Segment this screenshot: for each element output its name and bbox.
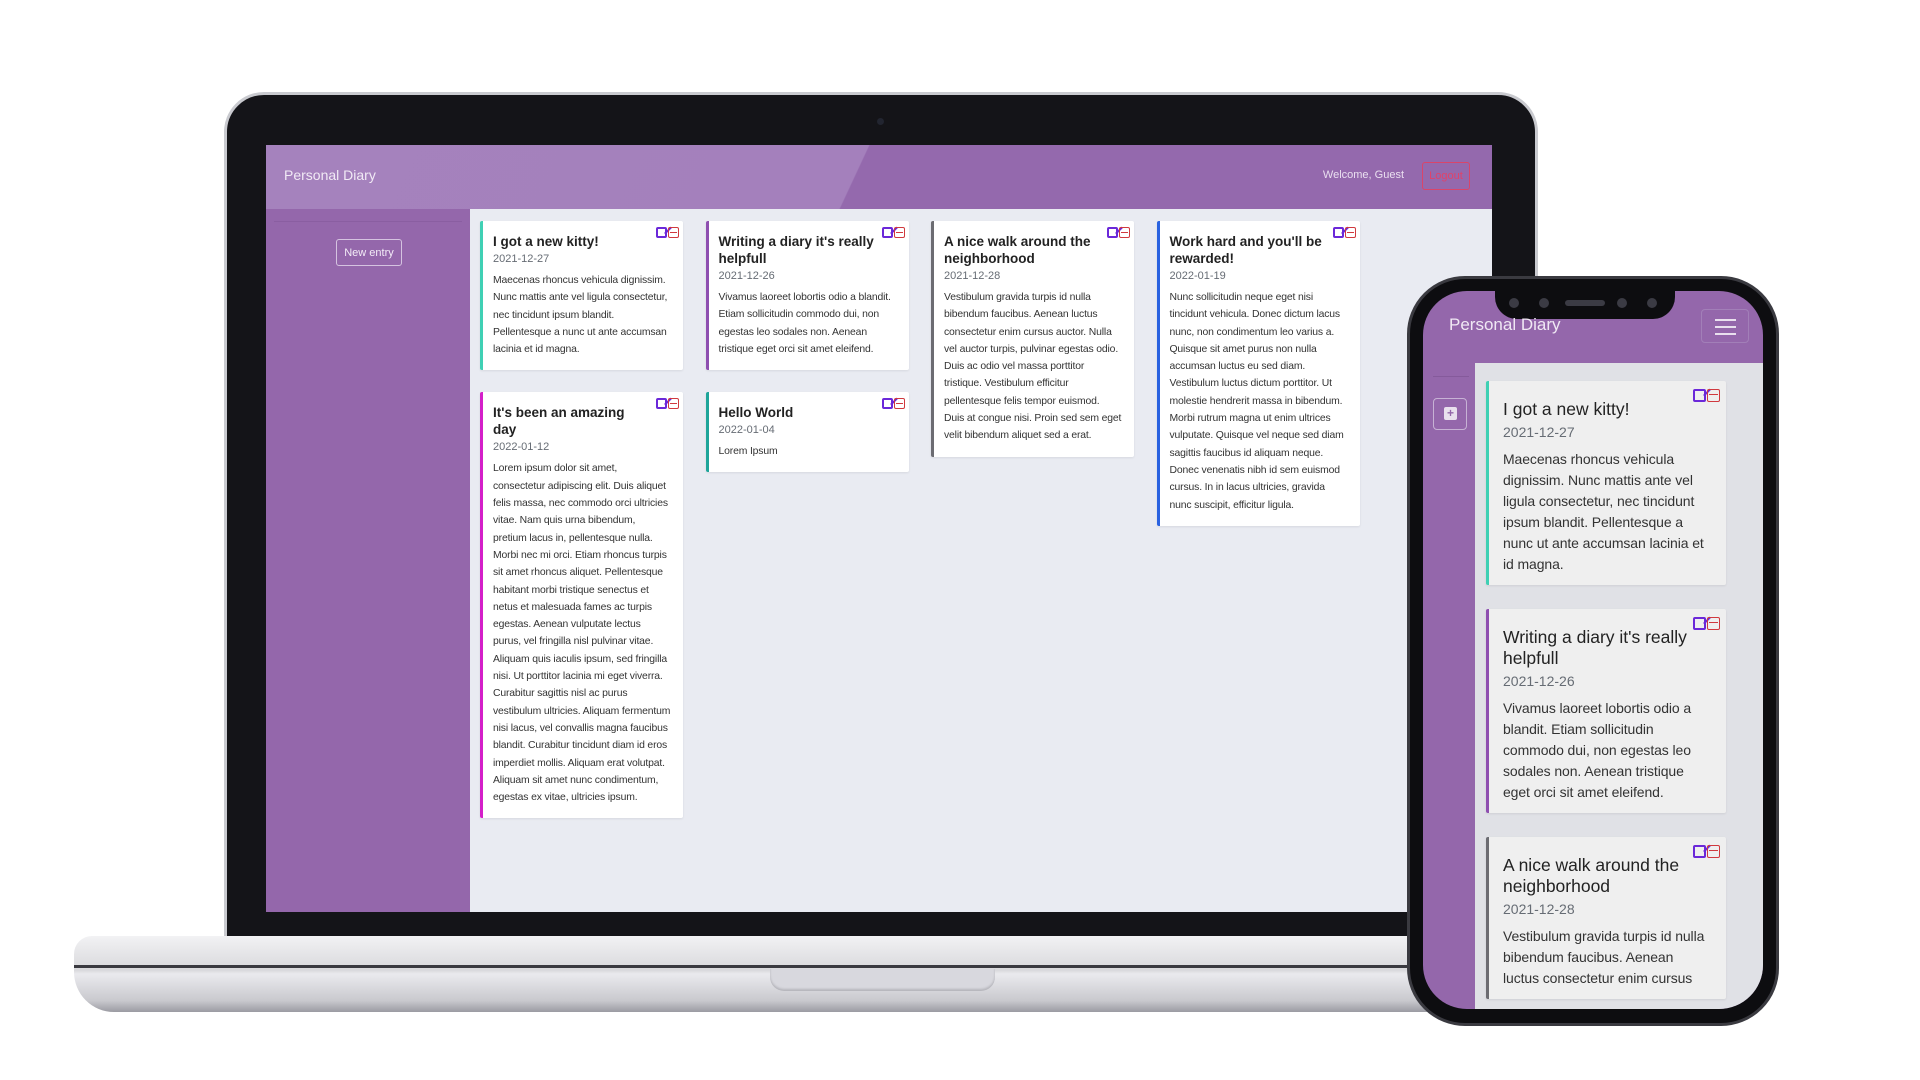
entry-card[interactable]: Writing a diary it's really helpfull 2021… (1486, 609, 1726, 813)
delete-icon[interactable] (893, 398, 905, 410)
entry-card[interactable]: It's been an amazing day 2022-01-12 Lorem … (480, 392, 683, 819)
entry-card[interactable]: I got a new kitty! 2021-12-27 Maecenas rho… (480, 221, 683, 371)
entry-title: Work hard and you'll be rewarded! (1169, 234, 1322, 266)
edit-icon[interactable] (881, 398, 893, 410)
delete-icon[interactable] (1707, 617, 1720, 630)
entry-title: Hello World (718, 405, 794, 421)
new-entry-button[interactable]: New entry (336, 239, 402, 266)
desktop-app: Personal Diary Welcome, Guest Logout New… (266, 145, 1492, 912)
entry-body: Lorem Ipsum (718, 446, 778, 458)
delete-icon[interactable] (1344, 227, 1356, 238)
entry-body: Vivamus laoreet lobortis odio a blandit.… (718, 292, 891, 355)
entries-grid: I got a new kitty! 2021-12-27 Maecenas rho… (470, 209, 1492, 912)
mobile-app: Personal Diary I got a new kitty! 2021-12… (1423, 291, 1763, 1009)
delete-icon[interactable] (1707, 845, 1720, 858)
entry-card[interactable]: A nice walk around the neighborhood 2021-… (931, 221, 1134, 457)
entry-body: Maecenas rhoncus vehicula dignissim. Nun… (1503, 451, 1704, 572)
entry-actions (656, 398, 679, 410)
entry-actions (1107, 227, 1130, 238)
entry-title: It's been an amazing day (493, 405, 625, 438)
brand-title[interactable]: Personal Diary (284, 167, 376, 183)
entry-card[interactable]: I got a new kitty! 2021-12-27 Maecenas rho… (1486, 381, 1726, 585)
entry-card[interactable]: Writing a diary it's really helpfull 2021… (705, 221, 909, 371)
entry-title: I got a new kitty! (1503, 399, 1630, 419)
entry-date: 2021-12-28 (1503, 901, 1575, 917)
entry-actions (1693, 389, 1720, 402)
entries-column: A nice walk around the neighborhood 2021-… (931, 221, 1134, 479)
entries-column: Writing a diary it's really helpfull 2021… (705, 221, 909, 494)
entries-column: I got a new kitty! 2021-12-27 Maecenas rho… (480, 221, 683, 840)
edit-icon[interactable] (1693, 617, 1706, 630)
welcome-text: Welcome, Guest (1322, 169, 1404, 181)
sidebar: New entry (266, 209, 470, 912)
entry-date: 2022-01-19 (1169, 270, 1226, 282)
entry-card[interactable]: Work hard and you'll be rewarded! 2022-01… (1156, 221, 1360, 526)
mobile-sidebar-divider (1433, 376, 1469, 377)
entry-card[interactable]: Hello World 2022-01-04 Lorem Ipsum (705, 392, 909, 473)
entry-date: 2021-12-26 (718, 270, 775, 282)
entry-title: I got a new kitty! (493, 234, 599, 249)
mobile-entries-list: I got a new kitty! 2021-12-27 Maecenas rho… (1475, 363, 1763, 1009)
delete-icon[interactable] (1707, 389, 1720, 402)
entry-date: 2021-12-27 (1503, 424, 1575, 440)
entry-actions (881, 227, 905, 238)
entry-body: Vestibulum gravida turpis id nulla biben… (944, 292, 1122, 442)
entry-date: 2021-12-26 (1503, 673, 1575, 689)
entry-title: A nice walk around the neighborhood (944, 234, 1091, 266)
entry-body: Maecenas rhoncus vehicula dignissim. Nun… (493, 275, 668, 356)
delete-icon[interactable] (1119, 227, 1130, 238)
entry-body: Lorem ipsum dolor sit amet, consectetur … (493, 463, 671, 804)
entries-column: Work hard and you'll be rewarded! 2022-01… (1156, 221, 1360, 548)
edit-icon[interactable] (1693, 845, 1706, 858)
edit-icon[interactable] (881, 227, 893, 238)
entry-body: Nunc sollicitudin neque eget nisi tincid… (1169, 292, 1344, 511)
entry-actions (1693, 845, 1720, 858)
laptop-thumb-notch (770, 969, 995, 991)
mobile-brand-title[interactable]: Personal Diary (1449, 315, 1561, 335)
entry-actions (1332, 227, 1356, 238)
entry-title: Writing a diary it's really helpfull (718, 234, 874, 266)
entry-body: Vestibulum gravida turpis id nulla biben… (1503, 928, 1705, 986)
entry-date: 2022-01-12 (493, 441, 550, 454)
entry-card[interactable]: A nice walk around the neighborhood 2021-… (1486, 837, 1726, 999)
laptop-camera (877, 118, 884, 125)
delete-icon[interactable] (668, 227, 679, 238)
entry-body: Vivamus laoreet lobortis odio a blandit.… (1503, 700, 1692, 800)
entry-title: Writing a diary it's really helpfull (1503, 627, 1687, 668)
sidebar-divider (274, 221, 462, 222)
entry-actions (1693, 617, 1720, 630)
entry-actions (656, 227, 679, 238)
edit-icon[interactable] (1107, 227, 1118, 238)
entry-date: 2021-12-28 (944, 270, 1001, 282)
delete-icon[interactable] (893, 227, 905, 238)
entry-date: 2021-12-27 (493, 253, 550, 265)
logout-button[interactable]: Logout (1422, 162, 1470, 190)
edit-icon[interactable] (1332, 227, 1344, 238)
edit-icon[interactable] (656, 398, 667, 410)
entry-actions (881, 398, 905, 410)
entry-date: 2022-01-04 (718, 424, 775, 437)
hamburger-menu-icon[interactable] (1701, 309, 1749, 343)
navbar: Personal Diary Welcome, Guest Logout (266, 145, 1492, 209)
delete-icon[interactable] (668, 398, 679, 410)
edit-icon[interactable] (1693, 389, 1706, 402)
mobile-new-entry-button[interactable] (1433, 398, 1467, 430)
entry-title: A nice walk around the neighborhood (1503, 855, 1680, 896)
edit-icon[interactable] (656, 227, 667, 238)
